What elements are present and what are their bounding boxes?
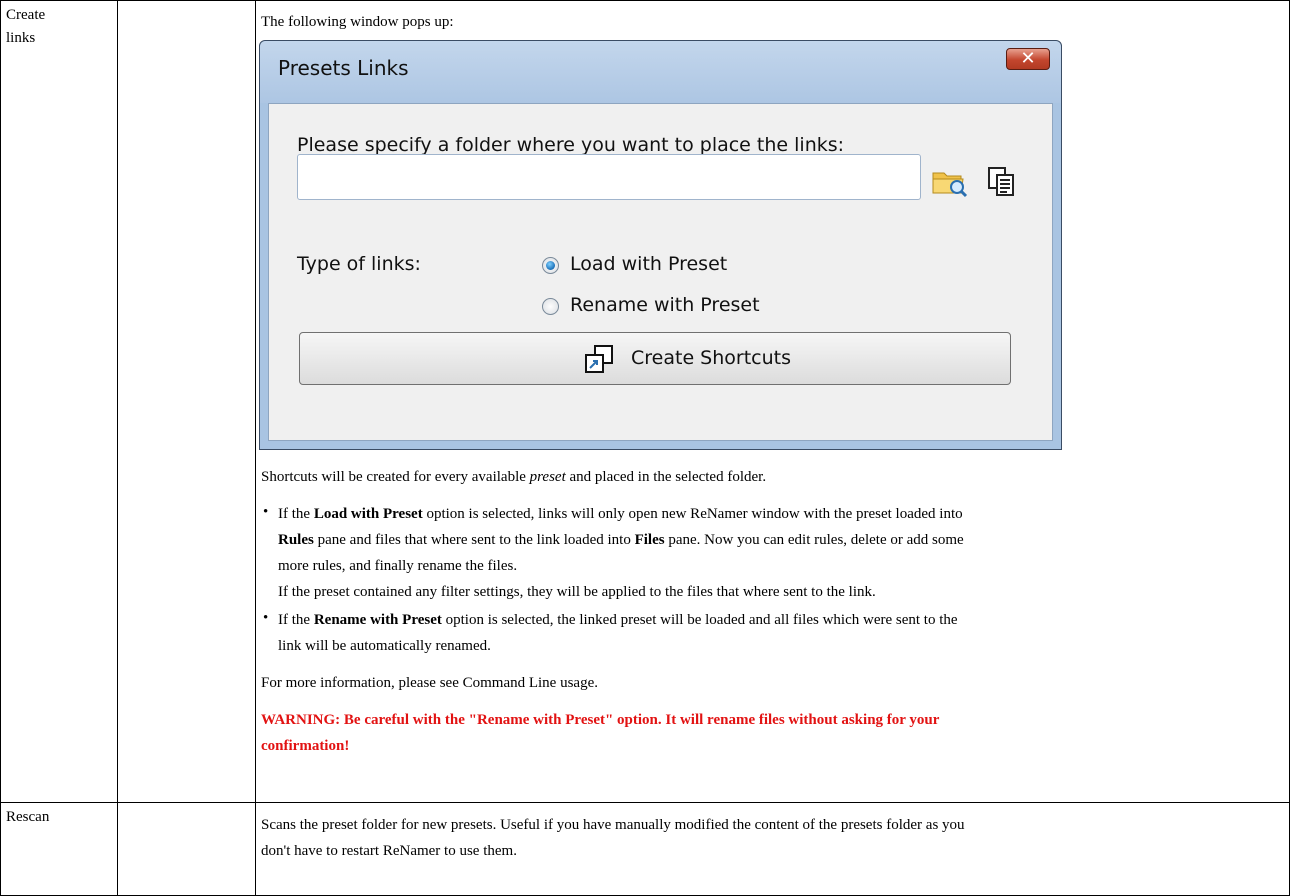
folder-prompt-label: Please specify a folder where you want t… <box>297 134 845 156</box>
more-info-text: For more information, please see Command… <box>261 675 598 691</box>
shortcuts-description: Shortcuts will be created for every avai… <box>261 467 766 487</box>
text-run: pane. Now you can edit rules, delete or … <box>664 532 964 548</box>
row-label-line: links <box>6 30 36 46</box>
folder-path-input[interactable] <box>297 154 921 200</box>
bullet-load-line-1: If the Load with Preset option is select… <box>278 504 963 524</box>
row-label-line: Rescan <box>6 809 50 825</box>
table-border-left <box>0 0 1 896</box>
table-col-divider-1 <box>117 0 118 896</box>
preset-emphasis: preset <box>529 469 566 485</box>
rename-with-preset-label[interactable]: Rename with Preset <box>570 294 760 316</box>
text-run: Shortcuts will be created for every avai… <box>261 469 530 485</box>
table-col-divider-2 <box>255 0 256 896</box>
text-run: and placed in the selected folder. <box>565 469 767 485</box>
intro-text: The following window pops up: <box>261 14 454 30</box>
bold-term: Files <box>634 532 665 548</box>
rescan-description-line-2: don't have to restart ReNamer to use the… <box>261 843 517 859</box>
table-border-top <box>0 0 1290 1</box>
bold-term: Rename with Preset <box>313 612 442 628</box>
text-run: pane and files that where sent to the li… <box>313 532 635 548</box>
table-row-divider <box>0 802 1290 803</box>
browse-folder-icon[interactable] <box>931 165 969 199</box>
text-run: If the <box>278 506 314 522</box>
bullet-load-line-4: If the preset contained any filter setti… <box>278 584 876 600</box>
bullet-load-line-2: Rules pane and files that where sent to … <box>278 530 964 550</box>
row-label-line: Create <box>6 7 46 23</box>
warning-line-2: confirmation! <box>261 738 350 754</box>
warning-line-1: WARNING: Be careful with the "Rename wit… <box>261 712 940 728</box>
load-with-preset-radio[interactable] <box>542 257 559 274</box>
row-label-create-links: Create links <box>6 4 45 50</box>
rename-with-preset-radio[interactable] <box>542 298 559 315</box>
close-button[interactable]: ✕ <box>1006 48 1050 70</box>
presets-links-dialog: Presets Links ✕ Please specify a folder … <box>259 40 1062 450</box>
link-type-label: Type of links: <box>297 253 421 275</box>
bullet-icon: • <box>263 610 269 626</box>
bullet-icon: • <box>263 504 269 520</box>
text-run: If the <box>278 612 314 628</box>
close-icon: ✕ <box>1020 48 1036 69</box>
rescan-description-line-1: Scans the preset folder for new presets.… <box>261 817 965 833</box>
dialog-title: Presets Links <box>278 56 409 80</box>
bullet-load-line-3: more rules, and finally rename the files… <box>278 558 518 574</box>
text-run: option is selected, the linked preset wi… <box>441 612 958 628</box>
bold-term: Load with Preset <box>313 506 423 522</box>
bullet-rename-line-1: If the Rename with Preset option is sele… <box>278 610 958 630</box>
bullet-rename-line-2: link will be automatically renamed. <box>278 638 491 654</box>
row-label-rescan: Rescan <box>6 806 49 829</box>
load-with-preset-label[interactable]: Load with Preset <box>570 253 727 275</box>
shortcut-icon <box>585 345 613 373</box>
clipboard-icon[interactable] <box>987 165 1017 199</box>
create-shortcuts-label: Create Shortcuts <box>631 347 791 369</box>
bold-term: Rules <box>278 532 314 548</box>
create-shortcuts-button[interactable]: Create Shortcuts <box>299 332 1011 385</box>
text-run: option is selected, links will only open… <box>422 506 963 522</box>
dialog-title-bar[interactable]: Presets Links ✕ <box>260 41 1061 103</box>
